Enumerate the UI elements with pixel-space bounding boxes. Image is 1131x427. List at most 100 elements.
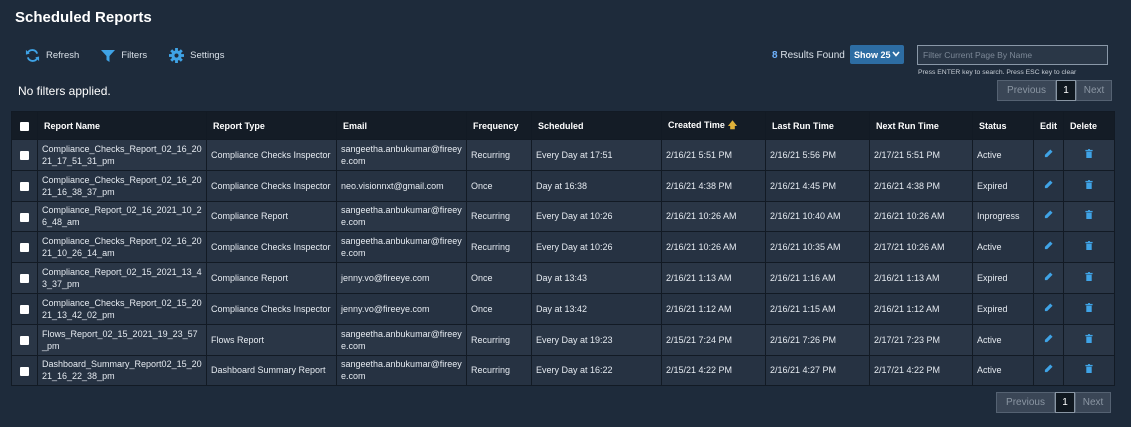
- row-checkbox[interactable]: [11, 231, 38, 264]
- row-checkbox[interactable]: [11, 354, 38, 387]
- refresh-button[interactable]: Refresh: [25, 48, 79, 63]
- cell-status: Expired: [972, 169, 1034, 202]
- delete-button[interactable]: [1063, 292, 1115, 325]
- row-checkbox[interactable]: [11, 262, 38, 294]
- delete-button[interactable]: [1063, 200, 1115, 233]
- table-row[interactable]: Dashboard_Summary_Report02_15_2021_16_22…: [11, 354, 1115, 387]
- next-button[interactable]: Next: [1075, 392, 1111, 413]
- delete-button[interactable]: [1063, 231, 1115, 264]
- table-row[interactable]: Compliance_Report_02_15_2021_13_43_37_pm…: [11, 262, 1115, 294]
- delete-button[interactable]: [1063, 139, 1115, 171]
- toolbar: Refresh Filters Settings: [25, 48, 246, 63]
- edit-button[interactable]: [1033, 139, 1064, 171]
- cell-report-type: Flows Report: [206, 323, 337, 356]
- trash-icon: [1085, 364, 1093, 374]
- pagination-bottom: Previous 1 Next: [996, 392, 1111, 413]
- pagination-top: Previous 1 Next: [997, 80, 1112, 101]
- next-button[interactable]: Next: [1076, 80, 1112, 101]
- cell-email: sangeetha.anbukumar@fireeye.com: [336, 139, 467, 171]
- page-number-button[interactable]: 1: [1056, 80, 1076, 101]
- cell-last-run-time: 2/16/21 4:45 PM: [765, 169, 870, 202]
- cell-created-time: 2/16/21 4:38 PM: [661, 169, 766, 202]
- cell-last-run-time: 2/16/21 4:27 PM: [765, 354, 870, 387]
- cell-email: sangeetha.anbukumar@fireeye.com: [336, 200, 467, 233]
- cell-report-name: Dashboard_Summary_Report02_15_2021_16_22…: [37, 354, 207, 387]
- header-report-type[interactable]: Report Type: [206, 111, 337, 140]
- edit-button[interactable]: [1033, 292, 1064, 325]
- settings-button[interactable]: Settings: [169, 48, 224, 63]
- previous-button[interactable]: Previous: [996, 392, 1055, 413]
- cell-report-type: Compliance Checks Inspector: [206, 169, 337, 202]
- filters-button[interactable]: Filters: [101, 49, 147, 63]
- trash-icon: [1085, 302, 1093, 312]
- edit-button[interactable]: [1033, 354, 1064, 387]
- cell-frequency: Recurring: [466, 139, 532, 171]
- row-checkbox[interactable]: [11, 169, 38, 202]
- edit-button[interactable]: [1033, 200, 1064, 233]
- select-all-checkbox[interactable]: [11, 111, 38, 140]
- header-last-run-time[interactable]: Last Run Time: [765, 111, 870, 140]
- pencil-icon: [1044, 334, 1053, 342]
- cell-next-run-time: 2/17/21 5:51 PM: [869, 139, 973, 171]
- cell-created-time: 2/15/21 4:22 PM: [661, 354, 766, 387]
- page-number-button[interactable]: 1: [1055, 392, 1075, 413]
- refresh-label: Refresh: [46, 50, 80, 61]
- cell-created-time: 2/16/21 10:26 AM: [661, 231, 766, 264]
- edit-button[interactable]: [1033, 231, 1064, 264]
- row-checkbox[interactable]: [11, 139, 38, 171]
- table-row[interactable]: Compliance_Checks_Report_02_15_2021_13_4…: [11, 292, 1115, 325]
- filter-status: No filters applied.: [18, 84, 111, 98]
- table-row[interactable]: Compliance_Report_02_16_2021_10_26_48_am…: [11, 200, 1115, 233]
- cell-report-name: Compliance_Checks_Report_02_15_2021_13_4…: [37, 292, 207, 325]
- table-row[interactable]: Compliance_Checks_Report_02_16_2021_16_3…: [11, 169, 1115, 202]
- cell-created-time: 2/15/21 7:24 PM: [661, 323, 766, 356]
- cell-last-run-time: 2/16/21 10:35 AM: [765, 231, 870, 264]
- pencil-icon: [1044, 364, 1053, 373]
- cell-frequency: Recurring: [466, 323, 532, 356]
- cell-report-name: Compliance_Checks_Report_02_16_2021_17_5…: [37, 139, 207, 171]
- cell-scheduled: Day at 13:43: [531, 262, 662, 294]
- page-size-select[interactable]: Show 25: [850, 45, 904, 64]
- previous-button[interactable]: Previous: [997, 80, 1056, 101]
- edit-button[interactable]: [1033, 262, 1064, 294]
- header-created-time-label: Created Time: [668, 119, 725, 130]
- cell-frequency: Once: [466, 169, 532, 202]
- header-next-run-time[interactable]: Next Run Time: [869, 111, 973, 140]
- cell-report-type: Dashboard Summary Report: [206, 354, 337, 387]
- delete-button[interactable]: [1063, 169, 1115, 202]
- trash-icon: [1085, 241, 1093, 251]
- table-row[interactable]: Compliance_Checks_Report_02_16_2021_10_2…: [11, 231, 1115, 264]
- cell-next-run-time: 2/17/21 7:23 PM: [869, 323, 973, 356]
- header-scheduled[interactable]: Scheduled: [531, 111, 662, 140]
- arrow-up-icon: 🡅: [727, 119, 738, 130]
- edit-button[interactable]: [1033, 169, 1064, 202]
- delete-button[interactable]: [1063, 262, 1115, 294]
- table-row[interactable]: Flows_Report_02_15_2021_19_23_57_pm Flow…: [11, 323, 1115, 356]
- page-size-value: Show 25: [854, 49, 891, 60]
- cell-report-name: Compliance_Report_02_16_2021_10_26_48_am: [37, 200, 207, 233]
- header-edit: Edit: [1033, 111, 1064, 140]
- cell-last-run-time: 2/16/21 10:40 AM: [765, 200, 870, 233]
- row-checkbox[interactable]: [11, 292, 38, 325]
- cell-scheduled: Every Day at 17:51: [531, 139, 662, 171]
- delete-button[interactable]: [1063, 323, 1115, 356]
- header-email[interactable]: Email: [336, 111, 467, 140]
- delete-button[interactable]: [1063, 354, 1115, 387]
- header-frequency[interactable]: Frequency: [466, 111, 532, 140]
- cell-frequency: Recurring: [466, 354, 532, 387]
- cell-report-type: Compliance Checks Inspector: [206, 292, 337, 325]
- table-row[interactable]: Compliance_Checks_Report_02_16_2021_17_5…: [11, 139, 1115, 171]
- results-count: 8 Results Found: [772, 50, 845, 61]
- refresh-icon: [25, 49, 40, 62]
- pencil-icon: [1044, 149, 1053, 157]
- cell-scheduled: Every Day at 19:23: [531, 323, 662, 356]
- header-status[interactable]: Status: [972, 111, 1034, 140]
- row-checkbox[interactable]: [11, 200, 38, 233]
- results-label: Results Found: [780, 50, 845, 61]
- header-report-name[interactable]: Report Name: [37, 111, 207, 140]
- edit-button[interactable]: [1033, 323, 1064, 356]
- cell-last-run-time: 2/16/21 1:16 AM: [765, 262, 870, 294]
- header-created-time[interactable]: Created Time 🡅: [661, 111, 766, 140]
- search-input[interactable]: [917, 45, 1108, 65]
- row-checkbox[interactable]: [11, 323, 38, 356]
